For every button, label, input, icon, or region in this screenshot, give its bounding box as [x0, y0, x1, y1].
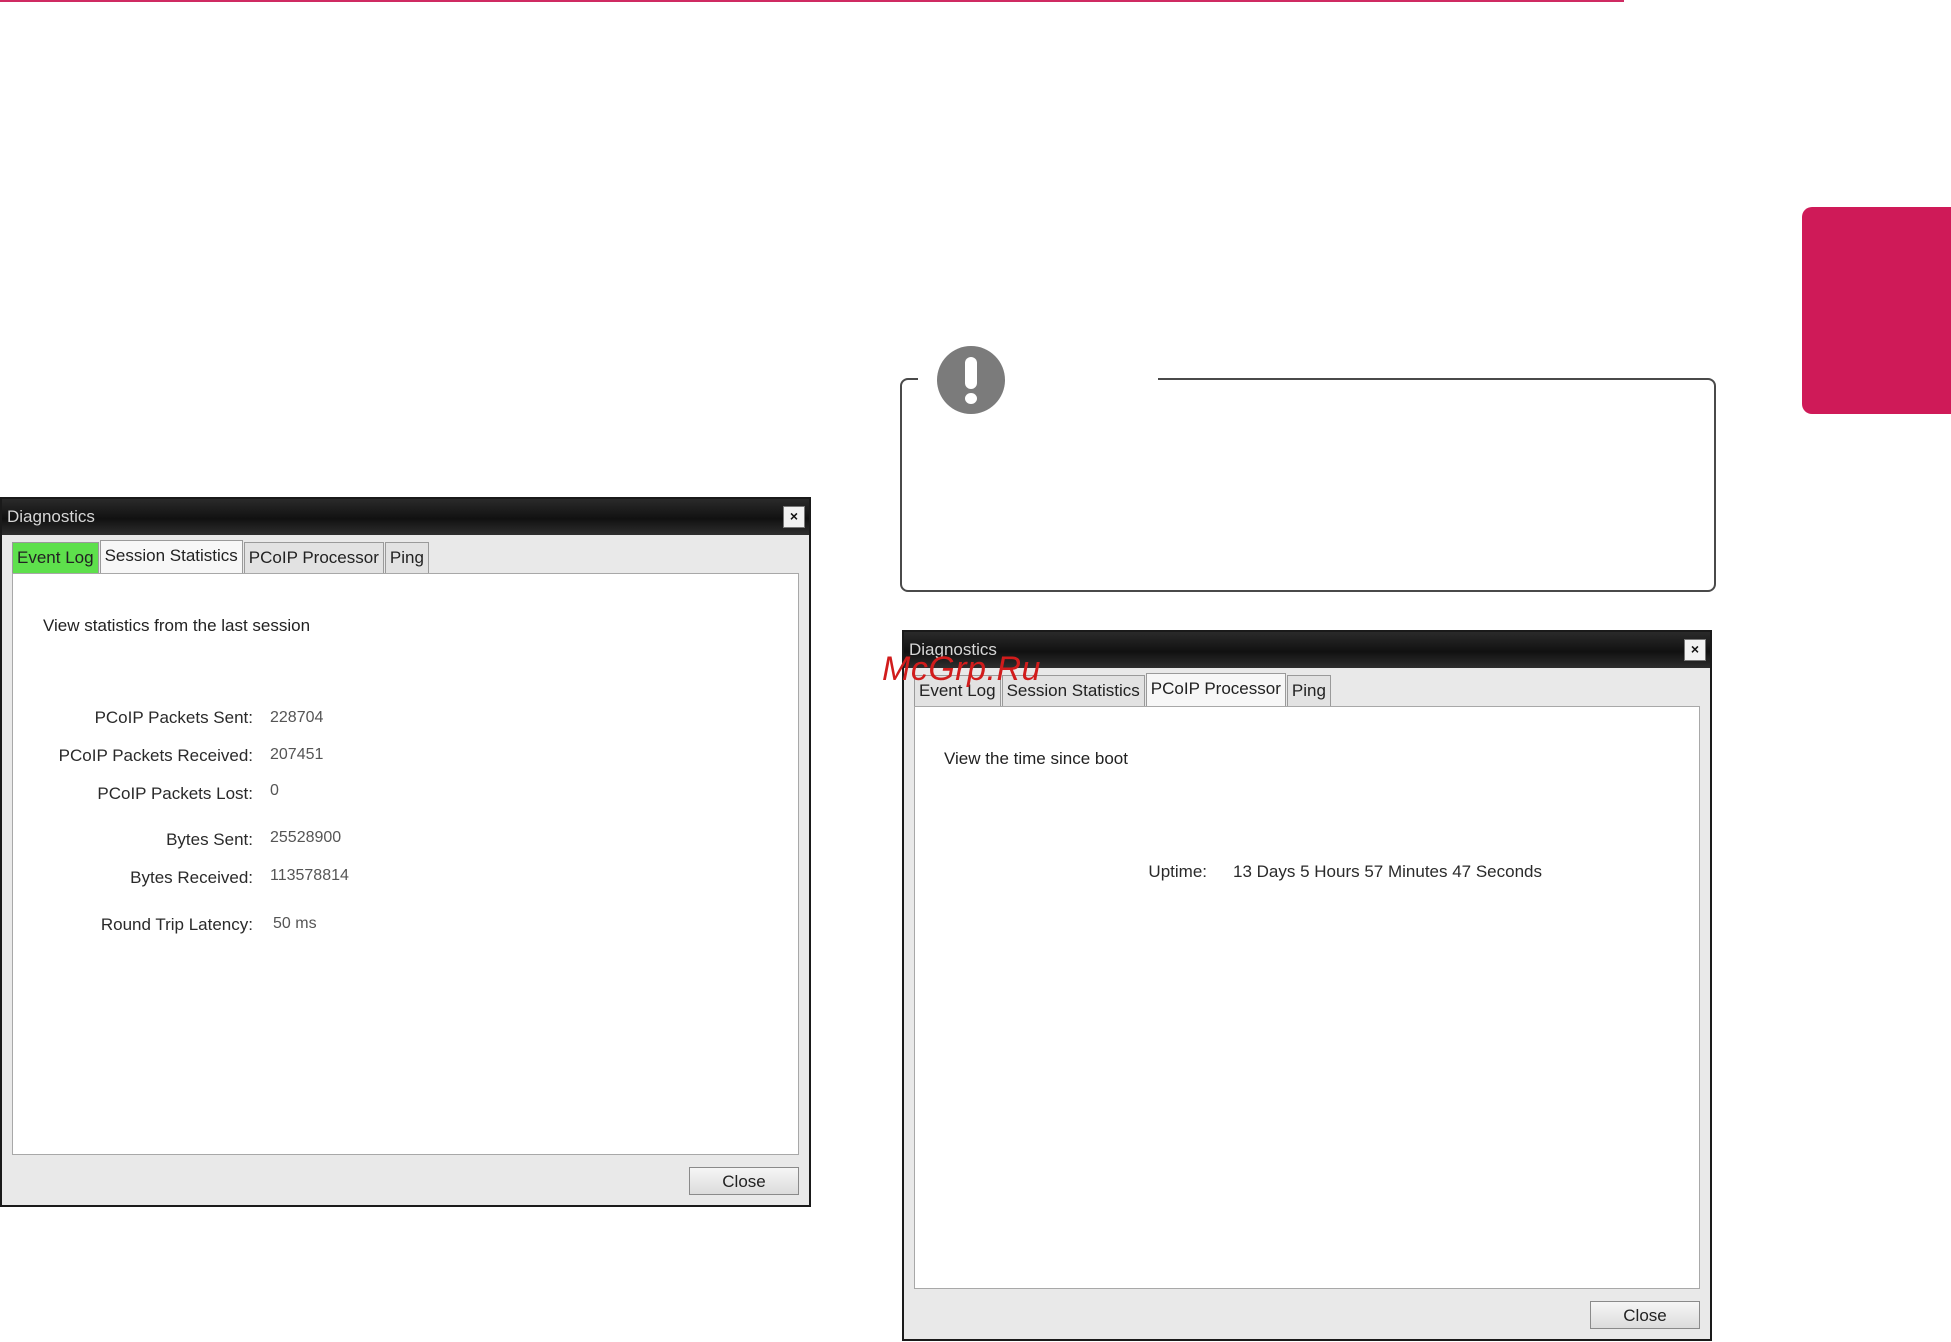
stat-value: 0 — [270, 782, 279, 799]
stat-label: PCoIP Packets Lost: — [97, 784, 253, 803]
tab-bar: Event Log Session Statistics PCoIP Proce… — [12, 540, 430, 574]
close-button[interactable]: Close — [1590, 1301, 1700, 1329]
stat-label: Bytes Sent: — [166, 830, 253, 849]
stat-value: 228704 — [270, 709, 324, 726]
exclamation-circle-icon — [937, 346, 1005, 414]
top-rule — [0, 0, 1624, 2]
tab-panel: View the time since boot Uptime: 13 Days… — [914, 706, 1700, 1289]
watermark: McGrp.Ru — [882, 650, 1041, 688]
panel-intro: View the time since boot — [944, 749, 1128, 768]
tab-ping[interactable]: Ping — [1286, 675, 1331, 706]
stat-label: PCoIP Packets Received: — [58, 746, 253, 765]
tab-pcoip-processor[interactable]: PCoIP Processor — [1145, 673, 1286, 707]
note-box — [900, 378, 1716, 592]
stat-value: 25528900 — [270, 829, 342, 846]
tab-ping[interactable]: Ping — [384, 542, 429, 573]
stat-label: PCoIP Packets Sent: — [94, 708, 253, 727]
uptime-label: Uptime: — [1148, 862, 1207, 881]
dialog-titlebar[interactable]: Diagnostics × — [2, 499, 809, 535]
uptime-value: 13 Days 5 Hours 57 Minutes 47 Seconds — [1233, 862, 1543, 881]
diagnostics-dialog-processor: Diagnostics × Event Log Session Statisti… — [902, 630, 1712, 1341]
tab-session-statistics[interactable]: Session Statistics — [99, 540, 243, 574]
stat-label: Round Trip Latency: — [100, 915, 253, 934]
close-icon[interactable]: × — [1684, 639, 1706, 661]
close-icon[interactable]: × — [783, 506, 805, 528]
diagnostics-dialog-session: Diagnostics × Event Log Session Statisti… — [0, 497, 811, 1207]
stat-value: 113578814 — [270, 867, 349, 884]
side-tab — [1802, 207, 1951, 414]
dialog-title: Diagnostics — [7, 507, 95, 526]
stat-label: Bytes Received: — [130, 868, 253, 887]
tab-panel: View statistics from the last session PC… — [12, 573, 799, 1155]
tab-pcoip-processor[interactable]: PCoIP Processor — [243, 542, 384, 573]
stat-value: 207451 — [270, 746, 324, 763]
panel-intro: View statistics from the last session — [43, 616, 311, 635]
tab-event-log[interactable]: Event Log — [12, 542, 99, 573]
close-button[interactable]: Close — [689, 1167, 799, 1195]
stat-value: 50 ms — [273, 915, 317, 932]
